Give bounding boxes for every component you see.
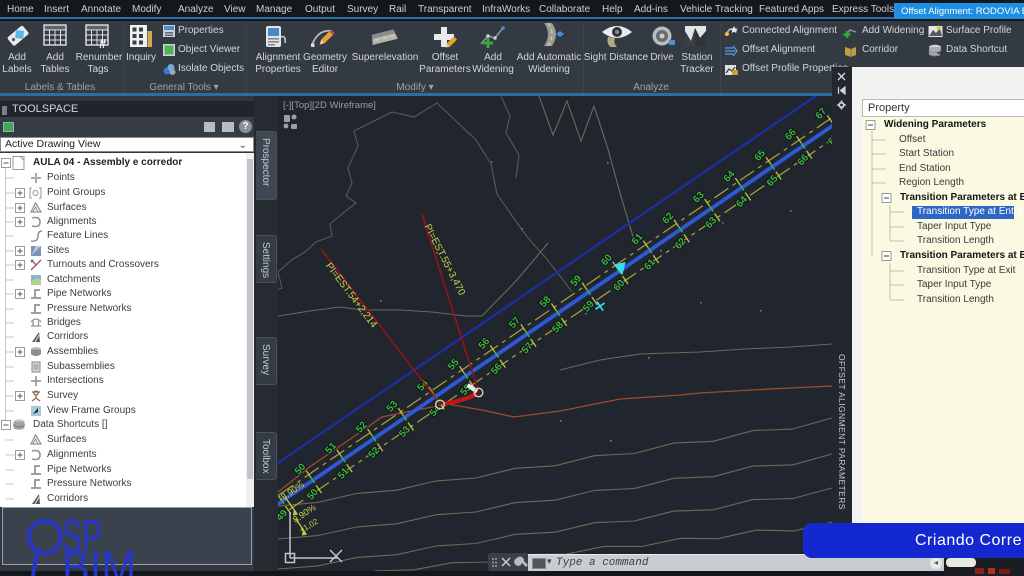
svg-text:BIM: BIM (62, 541, 136, 576)
svg-text:[-][Top][2D Wireframe]: [-][Top][2D Wireframe] (283, 100, 376, 111)
svg-text:#: # (99, 36, 107, 49)
